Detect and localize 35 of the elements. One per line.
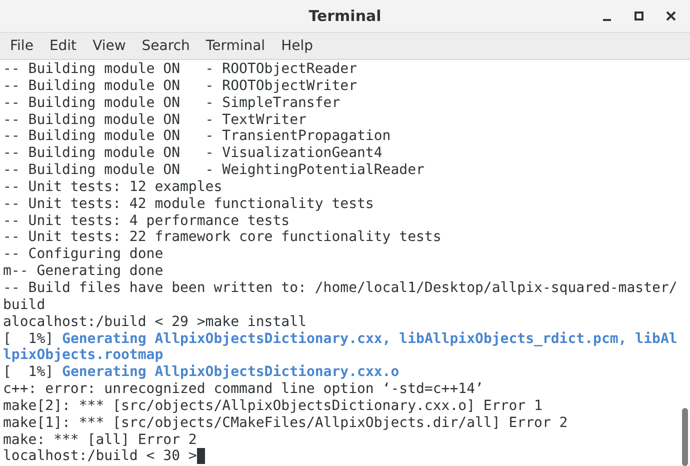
progress-message: Generating AllpixObjectsDictionary.cxx.o	[62, 364, 400, 382]
output-line: -- Building module ON - ROOTObjectReader	[3, 61, 358, 78]
output-line: -- Building module ON - WeightingPotentialReader	[3, 162, 424, 179]
scrollbar-thumb[interactable]	[682, 408, 688, 466]
shell-prompt: localhost:/build < 30 >	[3, 448, 197, 466]
output-line: m-- Generating done	[3, 263, 164, 280]
output-line: -- Building module ON - TransientPropagation	[3, 128, 391, 146]
output-line: make: *** [all] Error 2	[3, 432, 197, 448]
output-line: -- Unit tests: 12 examples	[3, 178, 222, 196]
menu-item[interactable]: Help	[273, 36, 321, 56]
output-line: -- Build files have been written to: /home/local1/Desktop/allpix-squared-master/	[3, 280, 678, 297]
text-cursor	[196, 448, 206, 464]
window-title: Terminal	[308, 6, 382, 27]
output-line: -- Unit tests: 4 performance tests	[3, 212, 290, 230]
output-line: -- Unit tests: 42 module functionality tests	[3, 196, 374, 213]
output-line: make[1]: *** [src/objects/CMakeFiles/AllpixObjects.dir/all] Error 2	[3, 414, 568, 432]
output-line: make[2]: *** [src/objects/AllpixObjectsDictionary.cxx.o] Error 1	[3, 398, 542, 415]
output-line: -- Building module ON - SimpleTransfer	[3, 94, 340, 112]
output-line: -- Building module ON - VisualizationGeant4	[3, 145, 382, 162]
output-line: -- Building module ON - ROOTObjectWriter	[3, 78, 358, 95]
menu-item[interactable]: Edit	[41, 36, 85, 56]
progress-percent: [ 1%]	[3, 330, 55, 348]
menu-item[interactable]: Terminal	[198, 36, 274, 56]
menu-item[interactable]: File	[2, 36, 42, 56]
menu-item[interactable]: Search	[134, 36, 198, 56]
output-line: c++: error: unrecognized command line option ‘-std=c++14’	[3, 381, 484, 398]
output-line: alocalhost:/build < 29 >make install	[3, 314, 306, 330]
progress-message: Generating AllpixObjectsDictionary.cxx, libAllpixObjects_rdict.pcm, libAl	[62, 330, 678, 348]
progress-percent: [ 1%]	[3, 364, 55, 382]
output-line: -- Building module ON - TextWriter	[3, 112, 306, 128]
output-line: -- Configuring done	[3, 246, 164, 264]
output-line: build	[3, 296, 46, 314]
progress-message: lpixObjects.rootmap	[3, 347, 164, 364]
menu-item[interactable]: View	[84, 36, 134, 56]
output-line: -- Unit tests: 22 framework core functionality tests	[3, 229, 442, 246]
